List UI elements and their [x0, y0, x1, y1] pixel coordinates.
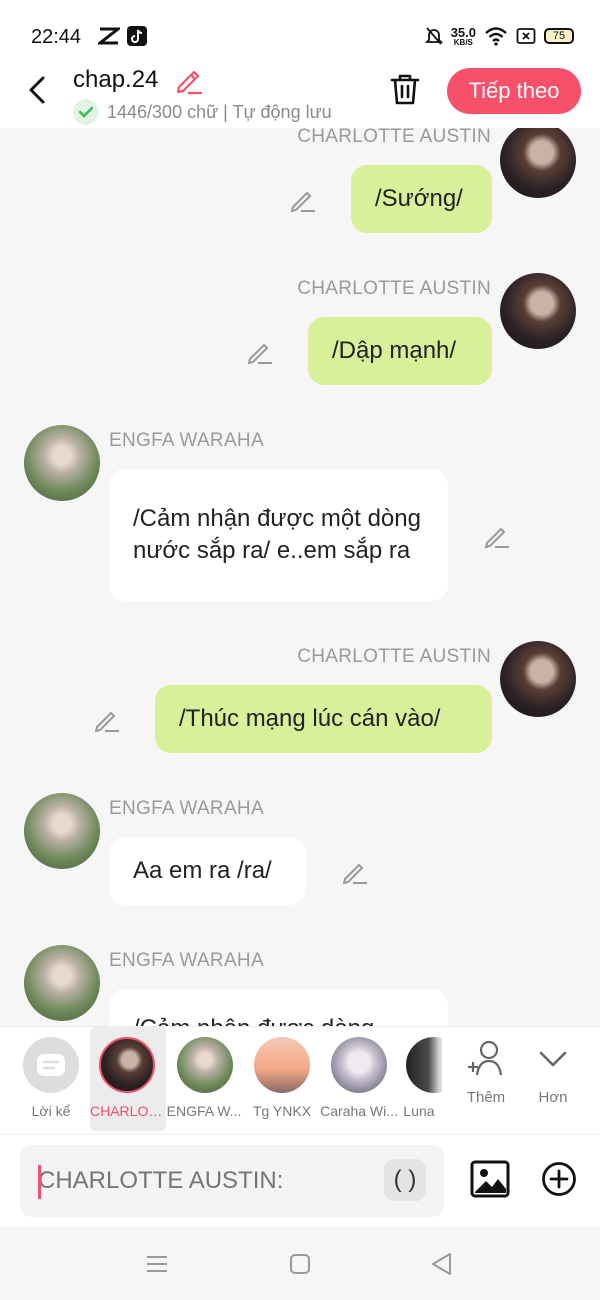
back-nav-icon[interactable]	[428, 1250, 456, 1278]
character-tg-ynkx[interactable]: Tg YNKX	[244, 1027, 320, 1131]
action-parentheses-button[interactable]: ( )	[384, 1159, 426, 1201]
check-icon	[73, 99, 99, 125]
character-charlotte[interactable]: CHARLOT...	[90, 1027, 166, 1131]
composer: ( )	[0, 1134, 600, 1226]
edit-message-icon[interactable]	[483, 521, 511, 549]
message-input-box[interactable]: ( )	[20, 1145, 444, 1217]
engfa-avatar[interactable]	[24, 425, 100, 501]
tg-ynkx-avatar	[254, 1037, 310, 1093]
character-engfa[interactable]: ENGFA W...	[166, 1027, 242, 1131]
charlotte-avatar	[99, 1037, 155, 1093]
edit-message-icon[interactable]	[93, 705, 121, 733]
character-label: Caraha Wi...	[320, 1103, 398, 1119]
add-label: Thêm	[466, 1089, 506, 1106]
character-caraha[interactable]: Caraha Wi...	[318, 1027, 400, 1131]
character-label: ENGFA W...	[166, 1103, 242, 1119]
status-time: 22:44	[31, 26, 82, 48]
message-bubble[interactable]: Aa em ra /ra/	[109, 837, 306, 905]
character-narrator[interactable]: Lời kể	[16, 1027, 86, 1131]
character-label: Luna	[403, 1103, 435, 1119]
message-bubble[interactable]: /Cảm nhận được một dòng nước sắp ra/ e..…	[109, 469, 448, 601]
speaker-name: ENGFA WARAHA	[109, 798, 264, 819]
speaker-name: CHARLOTTE AUSTIN	[297, 128, 491, 147]
engfa-avatar[interactable]	[24, 945, 100, 1021]
speaker-name: CHARLOTTE AUSTIN	[297, 278, 491, 299]
autosave-status: 1446/300 chữ | Tự động lưu	[73, 99, 332, 125]
chevron-left-icon	[29, 76, 45, 104]
more-label: Hơn	[538, 1089, 568, 1106]
character-label: CHARLOT...	[90, 1103, 166, 1119]
character-label: Tg YNKX	[252, 1103, 312, 1119]
capcut-icon	[98, 27, 120, 45]
character-picker: Lời kể CHARLOT... ENGFA W... Tg YNKX Car…	[0, 1026, 600, 1134]
speaker-name: ENGFA WARAHA	[109, 430, 264, 451]
charlotte-avatar[interactable]	[500, 641, 576, 717]
menu-icon[interactable]	[143, 1250, 171, 1278]
image-icon[interactable]	[470, 1159, 510, 1199]
charlotte-avatar[interactable]	[500, 128, 576, 198]
tiktok-icon	[127, 26, 147, 46]
title-edit-icon[interactable]	[174, 65, 204, 95]
chat-area[interactable]: CHARLOTTE AUSTIN /Sướng/ CHARLOTTE AUSTI…	[0, 128, 600, 1026]
more-button[interactable]: Hơn	[517, 1039, 589, 1131]
wifi-icon	[485, 27, 507, 46]
edit-message-icon[interactable]	[289, 185, 317, 213]
engfa-avatar	[177, 1037, 233, 1093]
speaker-name: ENGFA WARAHA	[109, 950, 264, 971]
word-count-autosave: 1446/300 chữ | Tự động lưu	[107, 101, 332, 122]
chapter-title[interactable]: chap.24	[73, 66, 158, 94]
add-character-button[interactable]: Thêm	[450, 1039, 522, 1131]
character-luna[interactable]: Luna	[396, 1027, 442, 1131]
message-bubble[interactable]: /Cảm nhận được dòng	[109, 989, 448, 1026]
network-speed: 35.0 KB/S	[450, 24, 476, 47]
edit-message-icon[interactable]	[341, 857, 369, 885]
add-circle-icon[interactable]	[541, 1161, 577, 1197]
trash-icon[interactable]	[389, 72, 421, 106]
message-bubble[interactable]: /Sướng/	[351, 165, 492, 233]
speaker-name: CHARLOTTE AUSTIN	[297, 646, 491, 667]
status-bar: 22:44 35.0 KB/S 75	[0, 0, 600, 62]
message-input[interactable]	[38, 1167, 378, 1195]
narrator-icon	[23, 1037, 79, 1093]
system-nav-bar	[0, 1226, 600, 1300]
chevron-down-icon	[539, 1051, 567, 1067]
mute-bell-icon	[424, 27, 443, 45]
add-user-icon	[468, 1040, 503, 1076]
status-icons: 35.0 KB/S 75	[424, 24, 574, 48]
message-bubble[interactable]: /Thúc mạng lúc cán vào/	[155, 685, 492, 753]
next-button[interactable]: Tiếp theo	[447, 68, 581, 114]
charlotte-avatar[interactable]	[500, 273, 576, 349]
back-button[interactable]	[22, 72, 52, 108]
caraha-avatar	[331, 1037, 387, 1093]
message-bubble[interactable]: /Dập mạnh/	[308, 317, 492, 385]
home-icon[interactable]	[286, 1250, 314, 1278]
luna-avatar	[406, 1037, 442, 1093]
sim-icon	[516, 28, 536, 44]
editor-header: chap.24 1446/300 chữ | Tự động lưu Tiếp …	[0, 62, 600, 128]
battery-indicator: 75	[544, 28, 574, 44]
engfa-avatar[interactable]	[24, 793, 100, 869]
text-cursor	[38, 1165, 41, 1199]
edit-message-icon[interactable]	[246, 337, 274, 365]
character-label: Lời kể	[31, 1103, 71, 1119]
